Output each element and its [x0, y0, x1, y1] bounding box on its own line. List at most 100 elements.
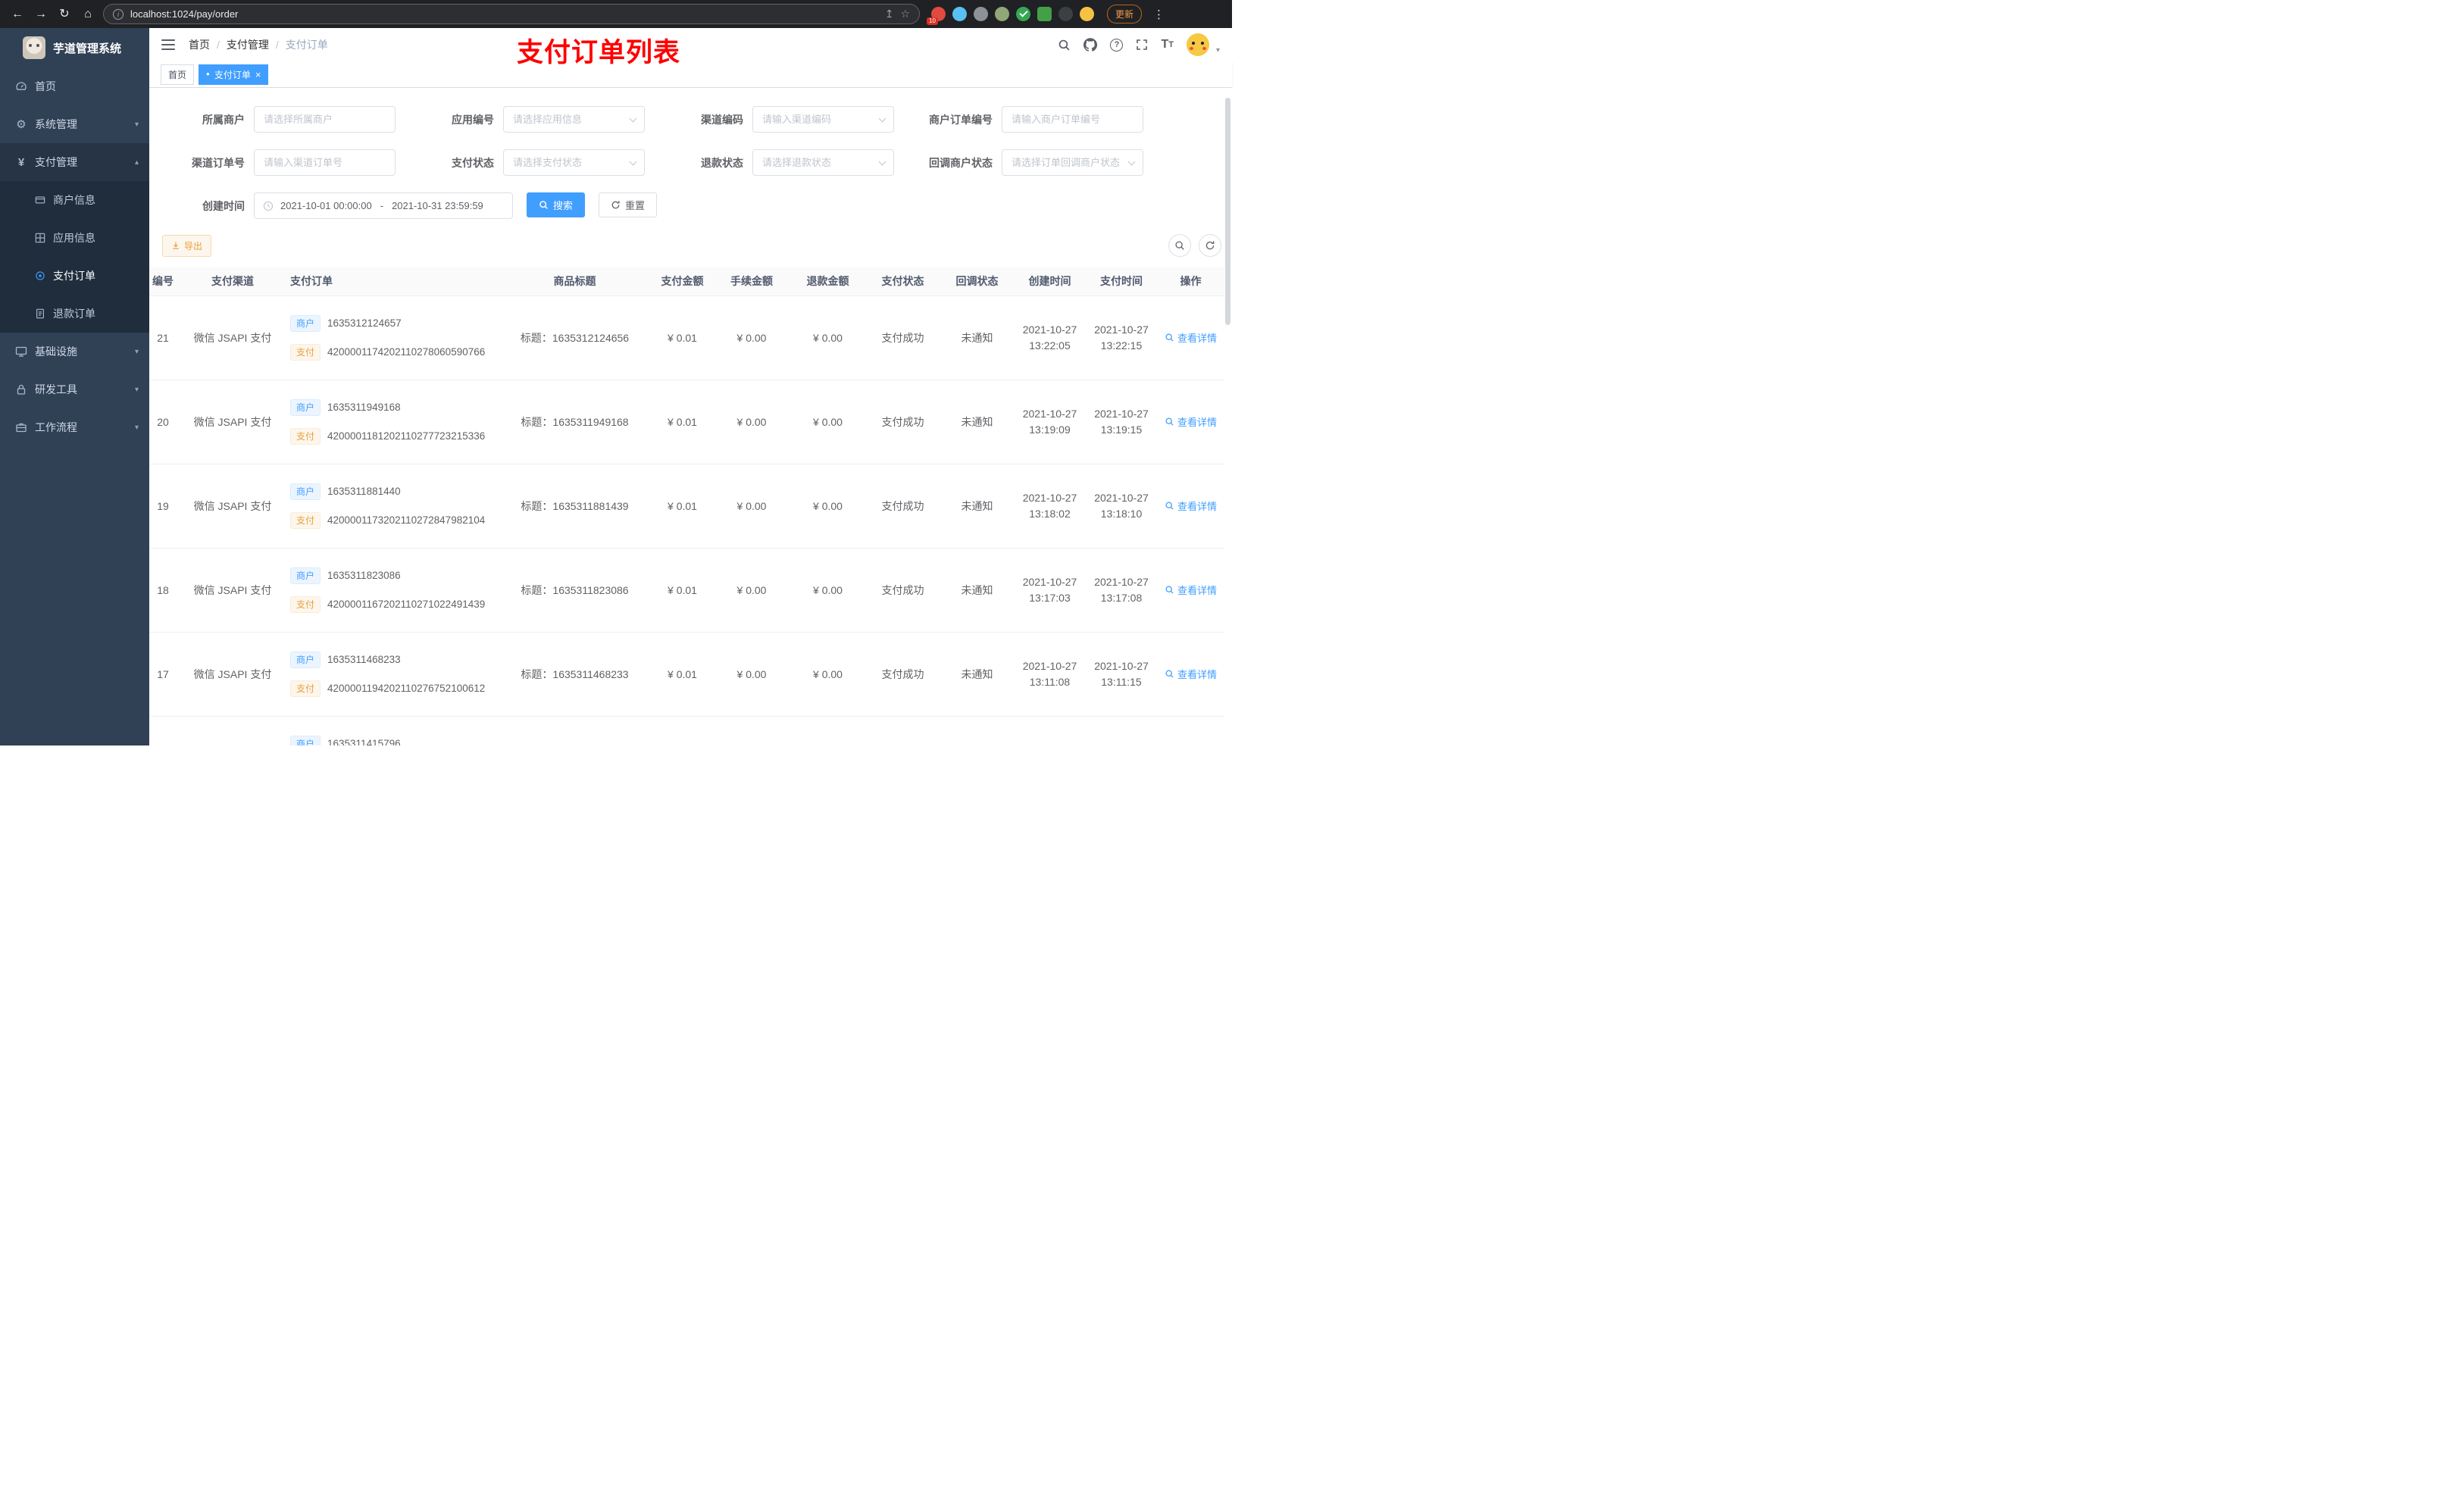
back-icon[interactable]: ← [9, 8, 26, 20]
search-form: 所属商户 应用编号 渠道编码 [149, 88, 1232, 219]
sidebar-item-refund-order[interactable]: 退款订单 [0, 295, 149, 333]
view-detail-link[interactable]: 查看详情 [1165, 667, 1217, 681]
sidebar-item-label: 商户信息 [53, 194, 95, 206]
pay-tag: 支付 [290, 511, 321, 529]
extension-icon[interactable] [1080, 7, 1094, 21]
hamburger-icon[interactable] [161, 39, 175, 50]
sidebar-item-infra[interactable]: 基础设施 ▾ [0, 333, 149, 370]
refund-status-select[interactable] [752, 149, 894, 176]
pay-status: 支付成功 [865, 464, 940, 549]
sidebar-item-merchant-info[interactable]: 商户信息 [0, 181, 149, 219]
home-icon[interactable]: ⌂ [80, 8, 96, 20]
fullscreen-icon[interactable] [1136, 39, 1148, 51]
filter-label-merchant-order-no: 商户订单编号 [929, 113, 993, 126]
toggle-search-icon[interactable] [1168, 234, 1191, 257]
pay-channel: 微信 JSAPI 支付 [186, 548, 280, 633]
orders-table: 编号 支付渠道 支付订单 商品标题 支付金额 手续金额 退款金额 支付状态 回调… [149, 267, 1232, 746]
sidebar-item-home[interactable]: 首页 [0, 67, 149, 105]
bookmark-star-icon[interactable]: ☆ [900, 8, 910, 20]
merchant-tag: 商户 [290, 314, 321, 332]
channel-code-select[interactable] [752, 106, 894, 133]
created-date: 2021-10-27 [1022, 575, 1077, 588]
col-actions: 操作 [1157, 267, 1224, 296]
refresh-icon[interactable] [1199, 234, 1221, 257]
sidebar-item-app-info[interactable]: 应用信息 [0, 219, 149, 257]
tab-pay-order[interactable]: ● 支付订单 × [199, 64, 269, 85]
browser-toolbar: ← → ↻ ⌂ i localhost:1024/pay/order ↥ ☆ 1… [0, 0, 1232, 28]
filter-label-refund-status: 退款状态 [701, 156, 743, 169]
tab-home[interactable]: 首页 [161, 64, 195, 85]
update-button[interactable]: 更新 [1107, 5, 1143, 23]
refund-amount: ¥ 0.00 [790, 295, 865, 380]
product-title: 标题：1635312124656 [498, 295, 652, 380]
fee-amount: ¥ 0.00 [713, 548, 790, 633]
created-time: 13:19:09 [1029, 423, 1071, 436]
share-icon[interactable]: ↥ [885, 8, 894, 20]
sidebar-item-label: 首页 [35, 80, 56, 92]
extension-icon[interactable] [1037, 7, 1052, 21]
pay-status: 支付成功 [865, 380, 940, 464]
channel-pay-no: 4200001167202110271022491439 [327, 599, 486, 610]
sidebar-item-system[interactable]: ⚙ 系统管理 ▾ [0, 105, 149, 143]
avatar[interactable] [1186, 33, 1209, 56]
export-button[interactable]: 导出 [162, 234, 212, 257]
forward-icon[interactable]: → [33, 8, 49, 20]
breadcrumb-pay[interactable]: 支付管理 [227, 37, 269, 52]
pay-channel: 微信 JSAPI 支付 [186, 295, 280, 380]
page-scrollbar[interactable] [1225, 98, 1230, 325]
breadcrumb-home[interactable]: 首页 [189, 37, 210, 52]
sidebar-item-label: 支付订单 [53, 270, 95, 282]
app-title: 芋道管理系统 [53, 42, 122, 55]
extension-icon[interactable] [974, 7, 988, 21]
sidebar-item-pay[interactable]: ¥ 支付管理 ▴ [0, 143, 149, 181]
address-bar[interactable]: i localhost:1024/pay/order ↥ ☆ [103, 4, 920, 24]
extension-icon[interactable]: 10 [927, 7, 946, 25]
extension-icon[interactable] [1058, 7, 1073, 21]
col-notify: 回调状态 [940, 267, 1014, 296]
notify-status-select[interactable] [1002, 149, 1143, 176]
channel-pay-no: 4200001174202110278060590766 [327, 346, 486, 358]
chevron-down-icon[interactable]: ▾ [1216, 46, 1220, 55]
font-size-icon[interactable]: TT [1161, 39, 1174, 51]
filter-label-create-time: 创建时间 [202, 199, 245, 212]
created-time: 13:11:08 [1029, 675, 1071, 688]
refund-amount [790, 716, 865, 746]
view-detail-link[interactable]: 查看详情 [1165, 499, 1217, 513]
extension-icon[interactable] [1016, 7, 1030, 21]
channel-order-no-input[interactable] [254, 149, 396, 176]
app-no-select[interactable] [503, 106, 645, 133]
notify-status [940, 716, 1014, 746]
browser-menu-icon[interactable]: ⋮ [1153, 8, 1165, 21]
site-info-icon[interactable]: i [113, 8, 124, 20]
order-id: 20 [149, 380, 186, 464]
breadcrumb-separator: / [275, 39, 279, 51]
breadcrumb-separator: / [217, 39, 220, 51]
app-logo: 芋道管理系统 [0, 28, 149, 67]
refund-amount: ¥ 0.00 [790, 548, 865, 633]
extension-icon[interactable] [952, 7, 967, 21]
create-time-range-picker[interactable]: 2021-10-01 00:00:00 - 2021-10-31 23:59:5… [254, 192, 513, 219]
pay-status-select[interactable] [503, 149, 645, 176]
view-detail-link[interactable]: 查看详情 [1165, 583, 1217, 597]
merchant-order-no: 1635311823086 [327, 570, 401, 581]
merchant-order-no-input[interactable] [1002, 106, 1143, 133]
sidebar-item-pay-order[interactable]: 支付订单 [0, 257, 149, 295]
col-status: 支付状态 [865, 267, 940, 296]
view-detail-link[interactable]: 查看详情 [1165, 330, 1217, 345]
sidebar-item-label: 工作流程 [35, 421, 77, 433]
search-button[interactable]: 搜索 [527, 192, 586, 217]
view-detail-link[interactable]: 查看详情 [1165, 414, 1217, 429]
col-amount: 支付金额 [652, 267, 713, 296]
reset-button[interactable]: 重置 [599, 192, 658, 217]
search-icon[interactable] [1058, 39, 1071, 52]
reload-icon[interactable]: ↻ [56, 8, 73, 20]
github-icon[interactable] [1083, 38, 1098, 52]
sidebar-item-dev-tools[interactable]: 研发工具 ▾ [0, 370, 149, 408]
help-icon[interactable]: ? [1110, 38, 1124, 52]
extension-icon[interactable] [995, 7, 1009, 21]
filter-label-pay-status: 支付状态 [452, 156, 494, 169]
merchant-select[interactable] [254, 106, 396, 133]
sidebar-item-workflow[interactable]: 工作流程 ▾ [0, 408, 149, 446]
fee-amount: ¥ 0.00 [713, 380, 790, 464]
close-icon[interactable]: × [255, 70, 261, 80]
